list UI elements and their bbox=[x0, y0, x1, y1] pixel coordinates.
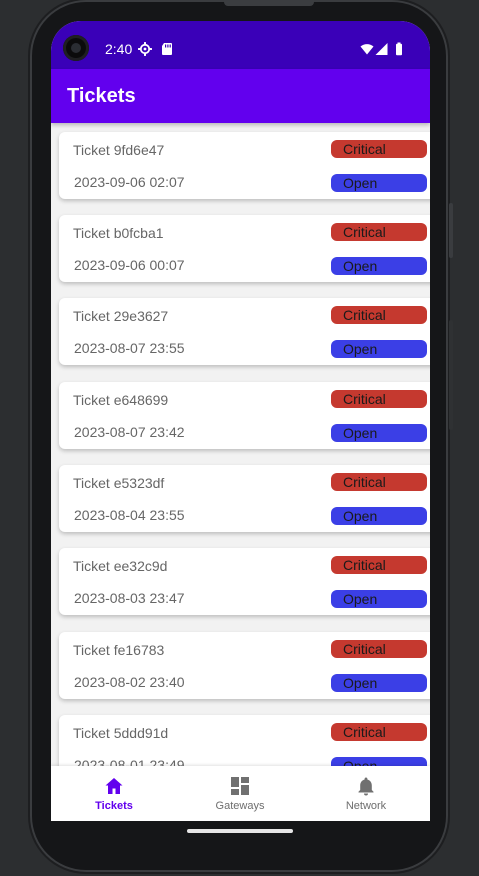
priority-badge: Critical bbox=[331, 306, 427, 324]
ticket-date: 2023-09-06 02:07 bbox=[74, 174, 185, 190]
ticket-card[interactable]: Ticket e648699 2023-08-07 23:42 Critical… bbox=[59, 382, 430, 449]
ticket-list[interactable]: Ticket 9fd6e47 2023-09-06 02:07 Critical… bbox=[51, 123, 430, 766]
priority-badge: Critical bbox=[331, 223, 427, 241]
priority-badge: Critical bbox=[331, 473, 427, 491]
ticket-card[interactable]: Ticket b0fcba1 2023-09-06 00:07 Critical… bbox=[59, 215, 430, 282]
ticket-name: Ticket ee32c9d bbox=[73, 558, 168, 574]
ticket-date: 2023-08-07 23:42 bbox=[74, 424, 185, 440]
ticket-date: 2023-08-01 23:49 bbox=[74, 757, 185, 766]
status-time: 2:40 bbox=[105, 41, 133, 57]
ticket-name: Ticket e5323df bbox=[73, 475, 165, 491]
nav-label: Gateways bbox=[215, 800, 265, 812]
ticket-date: 2023-08-07 23:55 bbox=[74, 340, 185, 356]
ticket-card[interactable]: Ticket 5ddd91d 2023-08-01 23:49 Critical… bbox=[59, 715, 430, 766]
ticket-card[interactable]: Ticket fe16783 2023-08-02 23:40 Critical… bbox=[59, 632, 430, 699]
ticket-name: Ticket b0fcba1 bbox=[73, 225, 164, 241]
gesture-navigation-bar[interactable] bbox=[187, 829, 293, 833]
power-button[interactable] bbox=[449, 203, 453, 258]
home-icon bbox=[105, 778, 123, 794]
settings-gear-icon bbox=[138, 42, 152, 56]
status-badge: Open bbox=[331, 340, 427, 358]
ticket-card[interactable]: Ticket ee32c9d 2023-08-03 23:47 Critical… bbox=[59, 548, 430, 615]
front-camera bbox=[63, 35, 89, 61]
screen: 2:40 Tickets Ticket 9fd6e47 2023-09-06 0… bbox=[51, 21, 430, 821]
ticket-name: Ticket 5ddd91d bbox=[73, 725, 169, 741]
ticket-date: 2023-08-04 23:55 bbox=[74, 507, 185, 523]
nav-item-tickets[interactable]: Tickets bbox=[51, 766, 177, 821]
bell-icon bbox=[358, 777, 374, 796]
priority-badge: Critical bbox=[331, 556, 427, 574]
priority-badge: Critical bbox=[331, 140, 427, 158]
nav-label: Network bbox=[345, 800, 387, 812]
battery-icon bbox=[396, 42, 402, 56]
status-badge: Open bbox=[331, 590, 427, 608]
status-badge: Open bbox=[331, 174, 427, 192]
cell-signal-icon bbox=[375, 43, 388, 55]
phone-speaker bbox=[224, 0, 314, 6]
priority-badge: Critical bbox=[331, 723, 427, 741]
volume-rocker[interactable] bbox=[449, 320, 453, 430]
app-bar: Tickets bbox=[51, 69, 430, 123]
dashboard-icon bbox=[231, 777, 249, 795]
priority-badge: Critical bbox=[331, 640, 427, 658]
ticket-date: 2023-09-06 00:07 bbox=[74, 257, 185, 273]
status-badge: Open bbox=[331, 757, 427, 766]
ticket-name: Ticket fe16783 bbox=[73, 642, 165, 658]
status-badge: Open bbox=[331, 424, 427, 442]
status-badge: Open bbox=[331, 507, 427, 525]
ticket-card[interactable]: Ticket e5323df 2023-08-04 23:55 Critical… bbox=[59, 465, 430, 532]
wifi-icon bbox=[360, 44, 374, 55]
ticket-name: Ticket 29e3627 bbox=[73, 308, 169, 324]
nav-item-network[interactable]: Network bbox=[303, 766, 429, 821]
ticket-card[interactable]: Ticket 29e3627 2023-08-07 23:55 Critical… bbox=[59, 298, 430, 365]
bottom-navigation: Tickets Gateways Network bbox=[51, 766, 430, 821]
ticket-date: 2023-08-02 23:40 bbox=[74, 674, 185, 690]
status-badge: Open bbox=[331, 257, 427, 275]
nav-label: Tickets bbox=[95, 800, 133, 812]
ticket-name: Ticket 9fd6e47 bbox=[73, 142, 165, 158]
sd-card-icon bbox=[162, 43, 172, 55]
ticket-date: 2023-08-03 23:47 bbox=[74, 590, 185, 606]
priority-badge: Critical bbox=[331, 390, 427, 408]
status-bar: 2:40 bbox=[51, 21, 430, 69]
page-title: Tickets bbox=[67, 85, 136, 107]
nav-item-gateways[interactable]: Gateways bbox=[177, 766, 303, 821]
status-badge: Open bbox=[331, 674, 427, 692]
ticket-card[interactable]: Ticket 9fd6e47 2023-09-06 02:07 Critical… bbox=[59, 132, 430, 199]
ticket-name: Ticket e648699 bbox=[73, 392, 169, 408]
